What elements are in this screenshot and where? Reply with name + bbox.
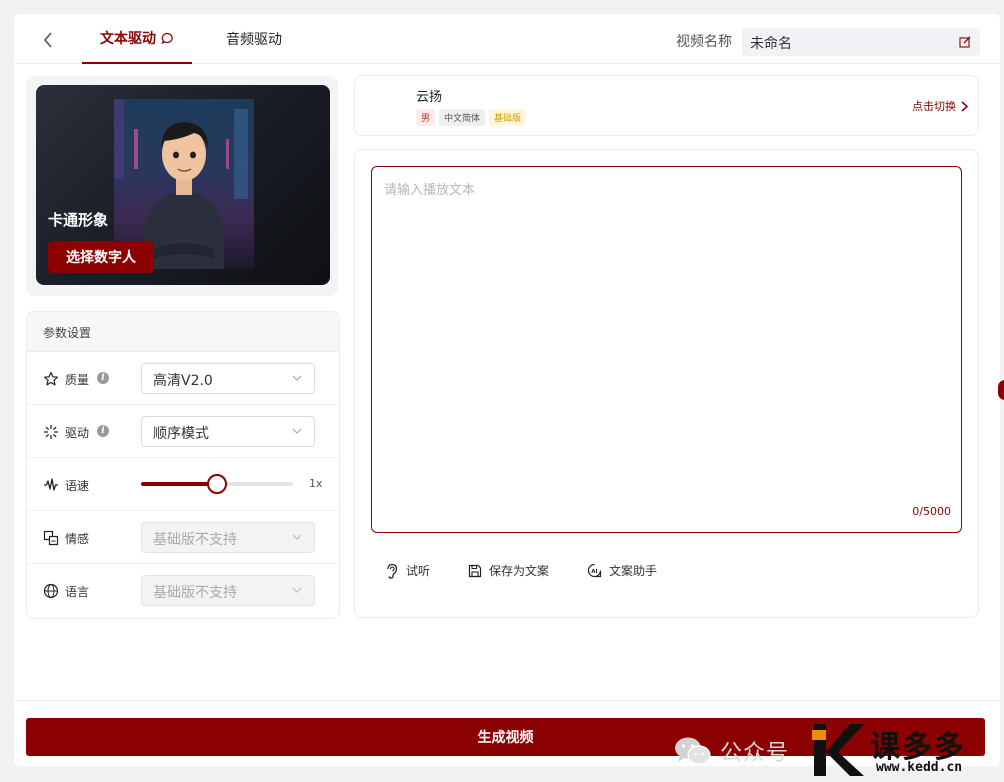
listen-button[interactable]: 试听 [385, 562, 430, 579]
side-drawer-handle[interactable] [998, 380, 1004, 400]
speed-label: 语速 [65, 479, 90, 493]
emotion-icon [43, 530, 59, 546]
editor-card: 0/5000 试听 保存为文案 AI 文案助手 [354, 149, 979, 618]
star-icon [43, 371, 59, 387]
chevron-right-icon [961, 100, 968, 112]
char-counter: 0/5000 [912, 505, 951, 518]
save-icon [468, 564, 482, 577]
speed-slider-thumb[interactable] [207, 474, 227, 494]
language-value: 基础版不支持 [153, 585, 237, 601]
kedd-logo: 课多多 www.kedd.cn [812, 722, 1004, 780]
tag-tier: 基础版 [489, 109, 527, 126]
editor-actions: 试听 保存为文案 AI 文案助手 [385, 562, 657, 579]
language-select: 基础版不支持 [141, 575, 315, 606]
ear-icon [387, 563, 398, 579]
avatar-title: 卡通形象 [48, 211, 109, 229]
quality-value: 高清V2.0 [153, 373, 213, 389]
ai-assistant-icon: AI [587, 563, 602, 578]
chevron-down-icon [292, 375, 302, 381]
script-textarea[interactable] [384, 179, 949, 499]
video-name-label: 视频名称 [676, 34, 732, 50]
chevron-down-icon [292, 428, 302, 434]
emotion-value: 基础版不支持 [153, 532, 237, 548]
drive-select[interactable]: 顺序模式 [141, 416, 315, 447]
speed-value: 1x [309, 477, 323, 490]
svg-text:AI: AI [591, 569, 597, 575]
chevron-down-icon [292, 587, 302, 593]
voice-card[interactable]: 云扬 男 中文简体 基础版 点击切换 [354, 75, 979, 136]
waveform-icon [43, 477, 59, 493]
tab-text-drive-label: 文本驱动 [100, 31, 156, 47]
back-button[interactable] [36, 28, 60, 52]
voice-tags: 男 中文简体 基础版 [416, 109, 527, 126]
select-avatar-button[interactable]: 选择数字人 [48, 241, 154, 273]
switch-voice-label: 点击切换 [912, 100, 956, 113]
avatar-card: 卡通形象 选择数字人 [26, 76, 338, 296]
save-script-label: 保存为文案 [489, 564, 550, 578]
param-row-language: 语言 基础版不支持 [27, 564, 339, 617]
drive-label: 驱动 [65, 426, 90, 440]
quality-label: 质量 [65, 373, 90, 387]
param-row-speed: 语速 1x [27, 458, 339, 511]
params-title: 参数设置 [27, 312, 339, 352]
tab-text-drive[interactable]: 文本驱动 [82, 14, 192, 64]
watermark: 公众号 课多多 www.kedd.cn [674, 722, 1004, 780]
quality-select[interactable]: 高清V2.0 [141, 363, 315, 394]
params-panel: 参数设置 质量 i 高清V2.0 驱动 i 顺序模式 语速 1x 情感 基础版不… [26, 311, 340, 619]
video-name-input[interactable]: 未命名 [742, 28, 980, 56]
text-editor[interactable]: 0/5000 [371, 166, 962, 533]
param-row-emotion: 情感 基础版不支持 [27, 511, 339, 564]
wechat-icon [674, 736, 712, 766]
info-icon[interactable]: i [97, 372, 109, 384]
footer-divider [14, 700, 1000, 701]
speed-slider[interactable] [141, 474, 293, 494]
copy-assistant-button[interactable]: AI 文案助手 [587, 562, 657, 579]
top-bar: 文本驱动 音频驱动 视频名称 未命名 [14, 14, 1000, 64]
param-row-drive: 驱动 i 顺序模式 [27, 405, 339, 458]
copy-assistant-label: 文案助手 [609, 564, 658, 578]
tab-audio-drive-label: 音频驱动 [226, 32, 282, 48]
emotion-label: 情感 [65, 532, 90, 546]
tag-language: 中文简体 [439, 109, 486, 126]
chevron-left-icon [43, 32, 52, 48]
sparkle-icon [43, 424, 59, 440]
speed-slider-fill [141, 482, 217, 486]
info-icon[interactable]: i [97, 425, 109, 437]
switch-voice-button[interactable]: 点击切换 [912, 98, 968, 114]
watermark-url: www.kedd.cn [876, 760, 963, 775]
language-label: 语言 [65, 585, 90, 599]
param-row-quality: 质量 i 高清V2.0 [27, 352, 339, 405]
listen-label: 试听 [406, 564, 431, 578]
watermark-gzh-text: 公众号 [720, 741, 790, 766]
tab-audio-drive[interactable]: 音频驱动 [214, 14, 294, 64]
chat-bubble-icon [161, 32, 174, 45]
tag-gender: 男 [416, 109, 436, 126]
video-name-value: 未命名 [750, 36, 792, 52]
edit-icon[interactable] [958, 35, 972, 49]
emotion-select: 基础版不支持 [141, 522, 315, 553]
voice-name: 云扬 [416, 90, 443, 105]
globe-icon [43, 583, 59, 599]
avatar-preview[interactable]: 卡通形象 选择数字人 [36, 85, 330, 285]
chevron-down-icon [292, 534, 302, 540]
drive-value: 顺序模式 [153, 426, 209, 442]
k-logo-icon [812, 724, 864, 776]
main-panel: 文本驱动 音频驱动 视频名称 未命名 卡通形象 选择数字人 参数设置 质量 i … [14, 14, 1000, 766]
save-script-button[interactable]: 保存为文案 [468, 562, 549, 579]
